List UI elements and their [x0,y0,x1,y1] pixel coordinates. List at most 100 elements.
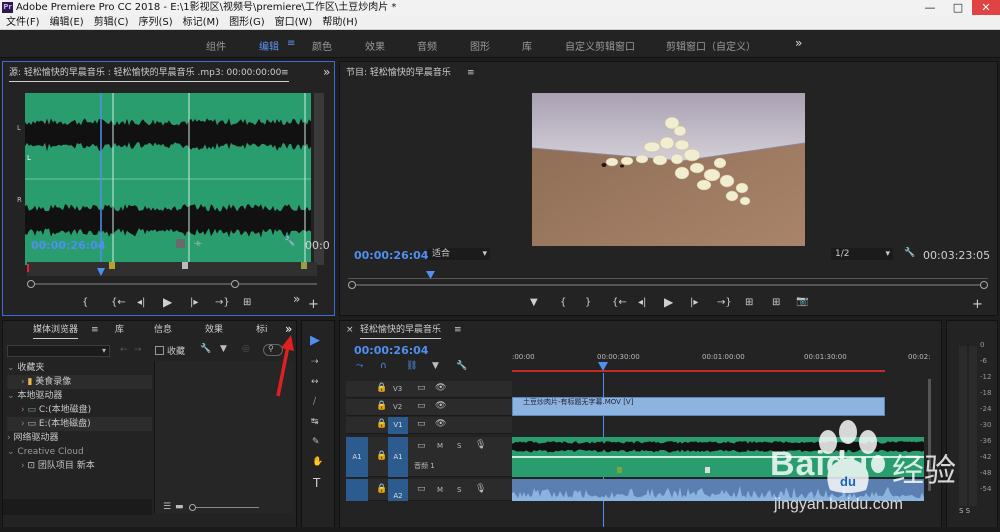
add-marker-button[interactable]: ▼ [530,297,538,308]
track-target-v1[interactable]: V1 [388,417,408,434]
favorites-checkbox[interactable] [155,346,164,355]
tree-item-local-drives[interactable]: ⌄ 本地驱动器 [7,389,152,403]
minimize-button[interactable]: — [916,0,944,15]
program-time-ruler[interactable] [348,269,988,279]
video-clip[interactable]: 土豆炒肉片-有标题无字幕.MOV [V] [512,397,885,416]
playhead-icon[interactable] [97,268,105,276]
slip-tool-icon[interactable]: ↹ [311,417,319,427]
menu-sequence[interactable]: 序列(S) [138,17,172,28]
go-to-in-button[interactable]: {← [111,297,126,308]
close-button[interactable]: ✕ [972,0,1000,15]
mark-out-button[interactable]: } [585,297,591,308]
source-panel-menu-icon[interactable]: ≡ [281,64,289,82]
resolution-dropdown[interactable]: 1/2 ▾ [831,248,893,260]
type-tool-icon[interactable]: T [313,476,320,490]
razor-tool-icon[interactable]: ⧸ [313,397,316,407]
play-button[interactable]: ▶ [163,295,172,309]
menu-file[interactable]: 文件(F) [6,17,40,28]
menu-marker[interactable]: 标记(M) [183,17,219,28]
extract-button[interactable]: ⊞ [772,297,780,308]
eye-icon[interactable]: 👁 [435,419,446,429]
source-time-ruler[interactable] [27,262,317,276]
tree-item-drive-e[interactable]: › ▭ E:(本地磁盘) [7,417,152,431]
source-timecode[interactable]: 00:00:26:04 [31,239,105,252]
lock-icon[interactable]: 🔒 [376,419,387,429]
menu-graphics[interactable]: 图形(G) [229,17,265,28]
add-button[interactable]: + [972,297,983,312]
mark-in-button[interactable]: { [82,297,88,308]
zoom-scrollbar[interactable] [27,280,317,288]
panel-menu-icon[interactable]: ≡ [91,321,99,339]
tree-item-team-projects[interactable]: › ⊡ 团队项目 新本 [7,459,152,473]
play-button[interactable]: ▶ [664,295,673,309]
eye-icon[interactable]: 👁 [435,401,446,411]
drag-audio-icon[interactable]: ⟛ [194,239,202,249]
workspace-tab-editing[interactable]: 编辑 [259,38,279,53]
track-select-tool-icon[interactable]: ⇢ [311,357,319,367]
hand-tool-icon[interactable]: ✋ [312,457,323,467]
timeline-title[interactable]: 轻松愉快的早晨音乐 [360,321,442,339]
wrench-icon[interactable]: 🔧 [284,237,295,247]
workspace-tab-custom1[interactable]: 自定义剪辑窗口 [565,38,635,53]
marker-icon[interactable] [109,262,115,269]
more-controls-icon[interactable]: » [293,292,300,306]
linked-selection-icon[interactable]: ⛓ [406,361,417,371]
tab-markers[interactable]: 标i [256,321,268,339]
workspace-tab-libraries[interactable]: 库 [522,38,532,53]
lock-icon[interactable]: 🔒 [376,383,387,393]
insert-button[interactable]: ⊞ [243,297,251,308]
drag-video-icon[interactable] [176,239,185,248]
forward-icon[interactable]: → [134,345,142,355]
mute-button[interactable]: M [437,442,443,450]
menu-clip[interactable]: 剪辑(C) [94,17,129,28]
go-to-in-button[interactable]: {← [612,297,627,308]
tree-item-favorites[interactable]: ⌄ 收藏夹 [7,361,152,375]
fit-dropdown[interactable]: 适合 ▾ [428,248,490,260]
step-forward-button[interactable]: |▸ [190,297,198,308]
timeline-menu-icon[interactable]: ≡ [454,321,462,339]
tree-item-network-drives[interactable]: › 网络驱动器 [7,431,152,445]
tree-scrollbar[interactable] [3,499,152,515]
lock-icon[interactable]: 🔒 [376,401,387,411]
nest-icon[interactable]: ⤳ [356,361,363,371]
source-title[interactable]: 源: 轻松愉快的早晨音乐 : 轻松愉快的早晨音乐 .mp3: 00:00:00:… [9,64,289,82]
sync-icon[interactable]: ▭ [417,441,426,451]
timeline-ruler[interactable]: :00:00 00:00:30:00 00:01:00:00 00:01:30:… [512,351,931,373]
work-area-bar[interactable] [512,370,885,372]
snap-icon[interactable]: ∩ [380,361,387,371]
icon-view-icon[interactable]: ▬ [175,502,184,512]
path-dropdown[interactable]: ▾ [7,345,110,357]
maximize-button[interactable]: □ [944,0,972,15]
microphone-icon[interactable]: 🎙 [475,484,486,494]
tab-info[interactable]: 信息 [154,321,172,339]
sync-icon[interactable]: ▭ [417,419,426,429]
list-view-icon[interactable]: ☰ [163,502,171,512]
lift-button[interactable]: ⊞ [745,297,753,308]
program-timecode[interactable]: 00:00:26:04 [354,249,428,262]
track-target-a1[interactable]: A1 [388,437,408,477]
program-title[interactable]: 节目: 轻松愉快的早晨音乐 [346,64,451,82]
go-to-out-button[interactable]: →} [717,297,732,308]
timeline-close-icon[interactable]: × [346,321,354,339]
program-zoom-scrollbar[interactable] [348,281,988,289]
tab-effects[interactable]: 效果 [205,321,223,339]
solo-button[interactable]: S [457,442,461,450]
microphone-icon[interactable]: 🎙 [475,440,486,450]
workspace-tab-color[interactable]: 颜色 [312,38,332,53]
add-marker-icon[interactable]: ▼ [432,361,439,371]
pen-tool-icon[interactable]: ✎ [312,437,320,447]
track-target-a2[interactable]: A2 [388,479,408,501]
back-icon[interactable]: ← [120,345,128,355]
sync-icon[interactable]: ▭ [417,401,426,411]
sync-icon[interactable]: ▭ [417,484,426,494]
workspace-tab-graphics[interactable]: 图形 [470,38,490,53]
video-preview[interactable] [532,93,805,246]
workspace-tab-effects[interactable]: 效果 [365,38,385,53]
tab-media-browser[interactable]: 媒体浏览器 [33,321,79,339]
tree-item-creative-cloud[interactable]: ⌄ Creative Cloud [7,445,152,459]
step-back-button[interactable]: ◂| [638,297,646,308]
mark-in-button[interactable]: { [560,297,566,308]
solo-button[interactable]: S [457,486,461,494]
sync-icon[interactable]: ▭ [417,383,426,393]
eye-icon[interactable]: 👁 [435,383,446,393]
